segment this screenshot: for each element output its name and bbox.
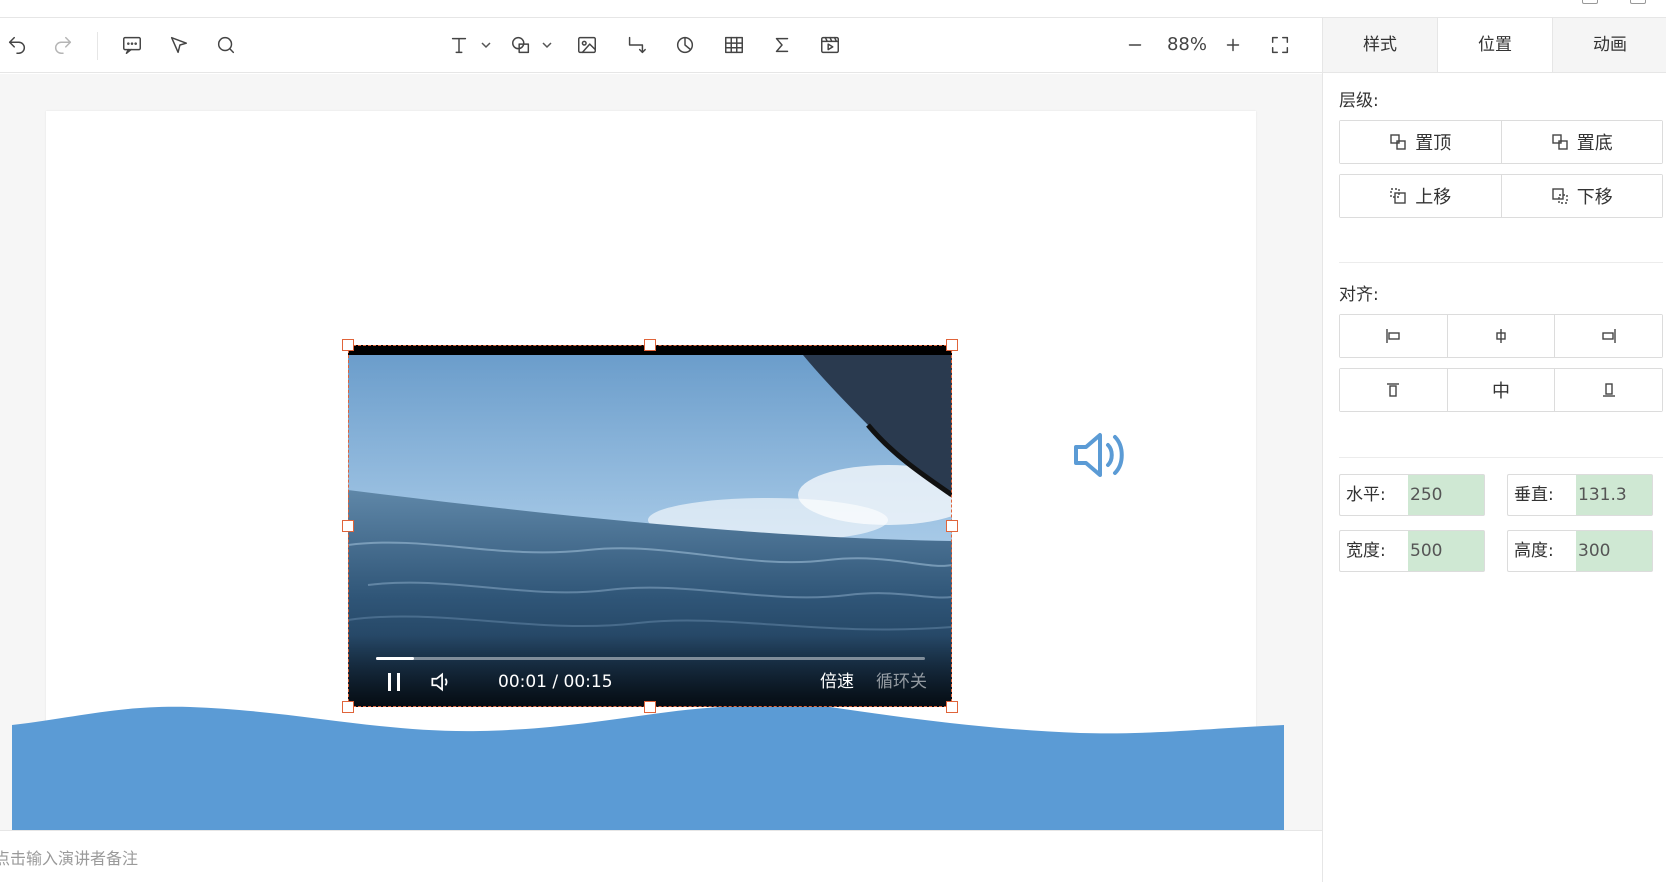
align-middle-button[interactable]: 中 <box>1447 369 1556 411</box>
video-icon[interactable] <box>817 32 843 58</box>
search-icon[interactable] <box>213 32 239 58</box>
width-label: 宽度: <box>1346 541 1386 561</box>
resize-handle-right[interactable] <box>946 520 958 532</box>
panel-divider <box>1339 262 1663 263</box>
panel-divider <box>1339 457 1663 458</box>
horizontal-label: 水平: <box>1346 485 1386 505</box>
layer-row-2: 上移 下移 <box>1339 174 1663 218</box>
resize-handle-top-left[interactable] <box>342 339 354 351</box>
send-to-back-label: 置底 <box>1576 133 1613 154</box>
align-bottom-button[interactable] <box>1555 369 1663 411</box>
speaker-notes-placeholder[interactable]: 点击输入演讲者备注 <box>0 845 138 869</box>
resize-handle-top[interactable] <box>644 339 656 351</box>
align-right-icon <box>1601 329 1616 343</box>
layer-section-title: 层级: <box>1339 91 1379 111</box>
tab-position[interactable]: 位置 <box>1438 18 1553 72</box>
align-top-icon <box>1387 383 1400 397</box>
redo-icon[interactable] <box>50 32 76 58</box>
text-icon[interactable] <box>446 32 472 58</box>
align-center-horizontal-button[interactable] <box>1447 315 1556 357</box>
shape-icon[interactable] <box>508 32 534 58</box>
pie-chart-icon[interactable] <box>672 32 698 58</box>
move-down-label: 下移 <box>1576 187 1613 208</box>
align-row-2: 中 <box>1339 368 1663 412</box>
undo-icon[interactable] <box>4 32 30 58</box>
move-up-button[interactable]: 上移 <box>1340 175 1502 217</box>
connector-icon[interactable] <box>623 32 649 58</box>
toolbar: 88% <box>0 18 1322 73</box>
move-down-button[interactable]: 下移 <box>1501 175 1662 217</box>
table-icon[interactable] <box>721 32 747 58</box>
align-right-button[interactable] <box>1555 315 1663 357</box>
height-input[interactable]: 300 <box>1576 531 1652 571</box>
align-bottom-icon <box>1602 383 1615 397</box>
align-row-1 <box>1339 314 1663 358</box>
height-label: 高度: <box>1514 541 1554 561</box>
align-section-title: 对齐: <box>1339 285 1379 305</box>
tab-style[interactable]: 样式 <box>1323 18 1438 72</box>
width-input[interactable]: 500 <box>1408 531 1484 571</box>
toolbar-divider <box>97 32 98 60</box>
layer-row-1: 置顶 置底 <box>1339 120 1663 164</box>
pointer-icon[interactable] <box>166 32 192 58</box>
bring-to-front-label: 置顶 <box>1415 133 1452 154</box>
bring-to-front-button[interactable]: 置顶 <box>1340 121 1502 163</box>
image-icon[interactable] <box>574 32 600 58</box>
window-top-strip <box>0 0 1666 18</box>
tab-animation[interactable]: 动画 <box>1553 18 1666 72</box>
bring-to-front-icon <box>1390 134 1406 150</box>
horizontal-position-field: 水平: 250 <box>1339 474 1485 516</box>
video-frame-image <box>348 345 952 707</box>
move-up-label: 上移 <box>1415 187 1452 208</box>
properties-panel: 样式 位置 动画 层级: 置顶 置底 上移 下移 对齐: 中 水平: 250 垂… <box>1322 18 1666 882</box>
fullscreen-icon[interactable] <box>1267 32 1293 58</box>
video-progress-fill <box>376 657 415 660</box>
zoom-level: 88% <box>1166 34 1207 55</box>
panel-tabs: 样式 位置 动画 <box>1323 18 1666 73</box>
window-control-icon[interactable] <box>1630 0 1646 4</box>
window-control-icon[interactable] <box>1582 0 1598 4</box>
width-field: 宽度: 500 <box>1339 530 1485 572</box>
horizontal-input[interactable]: 250 <box>1408 475 1484 515</box>
wave-shape[interactable] <box>0 699 1322 830</box>
align-left-icon <box>1386 329 1401 343</box>
resize-handle-top-right[interactable] <box>946 339 958 351</box>
audio-speaker-icon[interactable] <box>1070 427 1130 483</box>
sigma-icon[interactable] <box>769 32 795 58</box>
playback-speed-button[interactable]: 倍速 <box>820 671 854 693</box>
volume-icon[interactable] <box>428 669 456 695</box>
minus-icon[interactable] <box>1122 32 1148 58</box>
resize-handle-bottom-left[interactable] <box>342 701 354 713</box>
plus-icon[interactable] <box>1220 32 1246 58</box>
text-dropdown-chevron-icon[interactable] <box>480 38 492 52</box>
video-player[interactable]: 00:01 / 00:15 倍速 循环关 <box>348 345 952 707</box>
align-center-horizontal-icon <box>1496 329 1506 343</box>
align-middle-label: 中 <box>1492 381 1510 402</box>
canvas-area[interactable]: 00:01 / 00:15 倍速 循环关 <box>0 74 1322 830</box>
video-progress-bar[interactable] <box>376 657 925 660</box>
move-up-icon <box>1390 188 1406 204</box>
vertical-input[interactable]: 131.3 <box>1576 475 1652 515</box>
align-top-button[interactable] <box>1340 369 1448 411</box>
height-field: 高度: 300 <box>1507 530 1653 572</box>
vertical-position-field: 垂直: 131.3 <box>1507 474 1653 516</box>
pause-button[interactable] <box>382 669 406 695</box>
align-left-button[interactable] <box>1340 315 1448 357</box>
comment-icon[interactable] <box>119 32 145 58</box>
move-down-icon <box>1552 188 1568 204</box>
resize-handle-bottom-right[interactable] <box>946 701 958 713</box>
vertical-label: 垂直: <box>1514 485 1554 505</box>
resize-handle-left[interactable] <box>342 520 354 532</box>
send-to-back-button[interactable]: 置底 <box>1501 121 1662 163</box>
send-to-back-icon <box>1552 134 1568 150</box>
resize-handle-bottom[interactable] <box>644 701 656 713</box>
shape-dropdown-chevron-icon[interactable] <box>541 38 553 52</box>
loop-toggle-button[interactable]: 循环关 <box>876 671 927 693</box>
speaker-notes[interactable]: 点击输入演讲者备注 <box>0 830 1322 882</box>
video-time-display: 00:01 / 00:15 <box>498 672 613 692</box>
